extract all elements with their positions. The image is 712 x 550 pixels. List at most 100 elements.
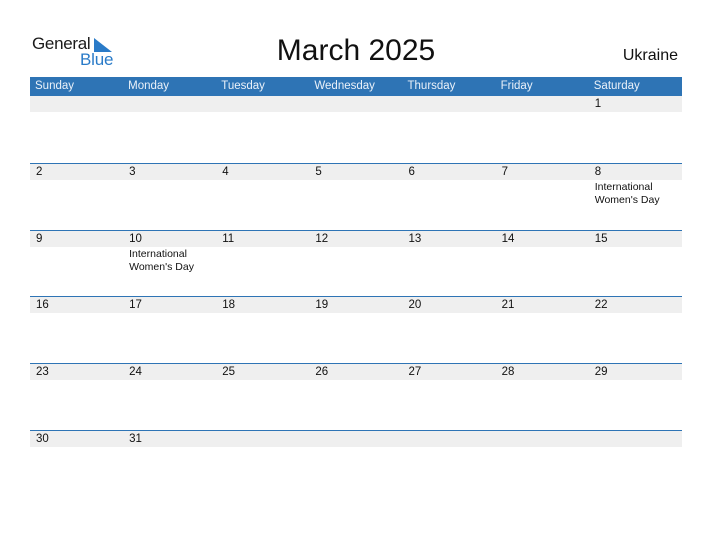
day-number: 17: [123, 297, 217, 314]
weekday-monday: Monday: [128, 80, 170, 92]
page-title: March 2025: [276, 34, 436, 67]
day-number: 10: [123, 230, 217, 247]
day-number: [309, 430, 403, 447]
day-cell: [495, 430, 589, 497]
day-cell: 10 International Women's Day: [123, 230, 217, 297]
day-cell: [402, 430, 496, 497]
day-cell: [495, 96, 589, 163]
day-number: 31: [123, 430, 217, 447]
day-cell: [30, 96, 124, 163]
day-cell: 26: [309, 364, 403, 430]
day-cell: 30: [30, 430, 124, 497]
day-cell: 14: [495, 230, 589, 297]
day-cell: 4: [216, 163, 310, 230]
day-number: 6: [402, 163, 496, 180]
day-number: 22: [588, 297, 682, 314]
day-number: 11: [216, 230, 310, 247]
day-number: 23: [30, 364, 124, 381]
day-number: 2: [30, 163, 124, 180]
day-number: 15: [588, 230, 682, 247]
day-number: 19: [309, 297, 403, 314]
day-number: 4: [216, 163, 310, 180]
holiday-event: International Women's Day: [594, 180, 660, 206]
day-number: 12: [309, 230, 403, 247]
day-number: 21: [495, 297, 589, 314]
weekday-sunday: Sunday: [35, 80, 75, 92]
day-cell: 9: [30, 230, 124, 297]
day-number: 25: [216, 364, 310, 381]
day-cell: [123, 96, 217, 163]
day-number: [123, 96, 217, 112]
weekday-saturday: Saturday: [593, 80, 640, 92]
day-number: 18: [216, 297, 310, 314]
day-number: 9: [30, 230, 124, 247]
day-cell: [309, 96, 403, 163]
day-cell: 13: [402, 230, 496, 297]
day-number: [30, 96, 124, 112]
day-cell: 5: [309, 163, 403, 230]
day-cell: [216, 430, 310, 497]
day-cell: 21: [495, 297, 589, 363]
day-cell: 23: [30, 364, 124, 430]
week-row: 2 3 4 5 6 7 8 International Women's Day: [30, 162, 682, 230]
day-cell: 2: [30, 163, 124, 230]
day-number: [402, 430, 496, 447]
day-cell: [309, 430, 403, 497]
week-row: 9 10 International Women's Day 11 12 13 14 15: [30, 229, 682, 297]
weekday-friday: Friday: [500, 80, 533, 92]
day-number: 24: [123, 364, 217, 381]
day-number: 27: [402, 364, 496, 381]
day-cell: 28: [495, 364, 589, 430]
day-number: [588, 430, 682, 447]
day-cell: 29: [588, 364, 682, 430]
day-number: [495, 430, 589, 447]
day-cell: 18: [216, 297, 310, 363]
day-cell: [402, 96, 496, 163]
day-number: 16: [30, 297, 124, 314]
weekday-wednesday: Wednesday: [314, 80, 375, 92]
country-label: Ukraine: [622, 47, 678, 64]
day-cell: 19: [309, 297, 403, 363]
day-number: 1: [588, 96, 682, 112]
day-cell: 22: [588, 297, 682, 363]
day-number: 7: [495, 163, 589, 180]
week-row: 23 24 25 26 27 28 29: [30, 363, 682, 430]
day-cell: [216, 96, 310, 163]
day-cell: 11: [216, 230, 310, 297]
day-number: 20: [402, 297, 496, 314]
week-row: 16 17 18 19 20 21 22: [30, 296, 682, 363]
day-number: 3: [123, 163, 217, 180]
day-cell: 31: [123, 430, 217, 497]
day-cell: [588, 430, 682, 497]
week-row: 30 31: [30, 429, 682, 497]
day-number: 5: [309, 163, 403, 180]
day-cell: 25: [216, 364, 310, 430]
day-cell: 24: [123, 364, 217, 430]
day-number: [495, 96, 589, 112]
week-row: 1: [30, 96, 682, 163]
day-number: 8: [588, 163, 682, 180]
weekday-tuesday: Tuesday: [221, 80, 265, 92]
holiday-event: International Women's Day: [129, 247, 194, 273]
day-cell: 3: [123, 163, 217, 230]
day-number: 30: [30, 430, 124, 447]
day-number: 13: [402, 230, 496, 247]
day-number: 29: [588, 364, 682, 381]
day-cell: 6: [402, 163, 496, 230]
calendar-grid: Sunday Monday Tuesday Wednesday Thursday…: [30, 77, 682, 497]
day-number: [216, 430, 310, 447]
weekday-thursday: Thursday: [407, 80, 456, 92]
day-number: 26: [309, 364, 403, 381]
day-cell: 8 International Women's Day: [588, 163, 682, 230]
day-cell: 20: [402, 297, 496, 363]
day-cell: 15: [588, 230, 682, 297]
day-cell: 7: [495, 163, 589, 230]
day-number: [216, 96, 310, 112]
day-number: 14: [495, 230, 589, 247]
day-cell: 17: [123, 297, 217, 363]
day-cell: 16: [30, 297, 124, 363]
day-cell: 27: [402, 364, 496, 430]
day-number: [402, 96, 496, 112]
weekday-header: Sunday Monday Tuesday Wednesday Thursday…: [30, 77, 682, 96]
day-number: 28: [495, 364, 589, 381]
